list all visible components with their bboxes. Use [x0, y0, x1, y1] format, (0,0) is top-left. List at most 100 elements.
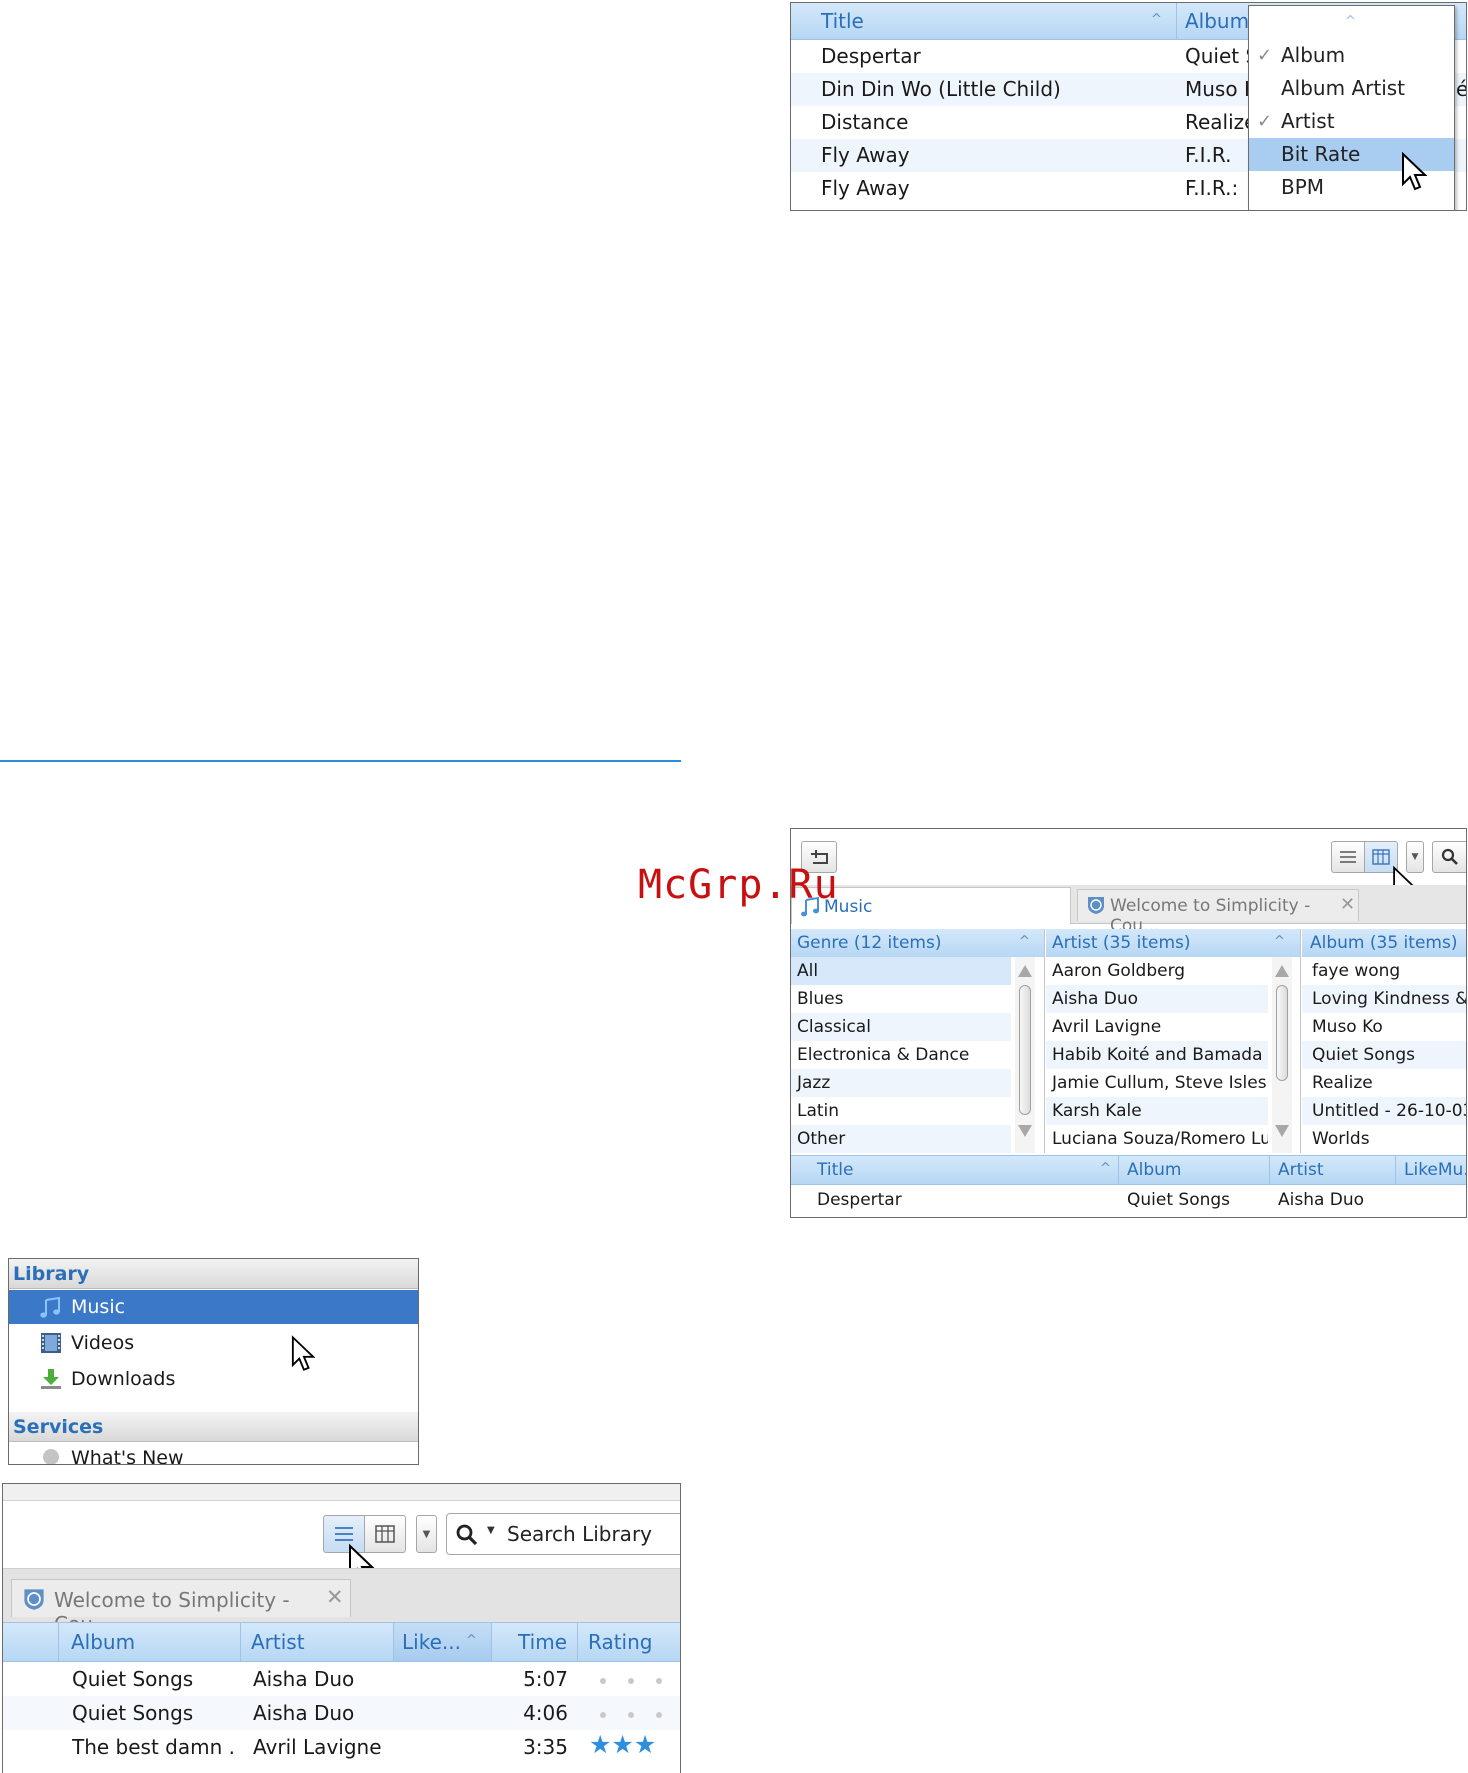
column-header-blank[interactable] [3, 1623, 59, 1661]
scrollbar-thumb[interactable] [1276, 985, 1288, 1081]
list-item[interactable]: Realize [1302, 1069, 1466, 1097]
list-item[interactable]: faye wong [1302, 957, 1466, 985]
close-tab-icon[interactable]: ✕ [1340, 894, 1355, 915]
rating-stars[interactable] [589, 1696, 673, 1730]
menu-item-artist[interactable]: ✓ Artist [1249, 105, 1454, 138]
table-row[interactable]: Despertar Quiet Songs Aisha Duo [791, 1185, 1466, 1215]
track-time: 4:06 [523, 1701, 568, 1725]
list-item[interactable]: Classical [791, 1013, 1011, 1041]
list-item[interactable]: Blues [791, 985, 1011, 1013]
column-header-album[interactable]: Album [1127, 1156, 1181, 1184]
tab-welcome[interactable]: Welcome to Simplicity - Cou... ✕ [1077, 889, 1359, 936]
track-time: 3:35 [523, 1735, 568, 1759]
search-button[interactable] [1432, 841, 1466, 873]
list-item[interactable]: Jazz [791, 1069, 1011, 1097]
list-item[interactable]: Aaron Goldberg [1046, 957, 1268, 985]
column-header-title[interactable]: Title [817, 1156, 853, 1184]
column-header-label: Rating [588, 1630, 653, 1654]
sidebar-item-videos[interactable]: Videos [9, 1326, 418, 1360]
list-view-icon [1340, 851, 1356, 863]
view-options-dropdown[interactable]: ▼ [416, 1515, 437, 1553]
column-header-title[interactable]: Title ^ [791, 3, 1177, 39]
film-strip-icon [41, 1333, 61, 1353]
column-header-likemusic[interactable]: LikeMu... [1404, 1156, 1466, 1184]
chevron-down-icon[interactable]: ▼ [487, 1525, 495, 1536]
sidebar-item-whats-new[interactable]: What's New [9, 1441, 418, 1465]
search-input[interactable]: ▼ Search Library [446, 1513, 680, 1555]
track-title: Fly Away [821, 143, 910, 167]
track-album: Quiet Songs [1127, 1190, 1231, 1210]
artist-pane-header[interactable]: Artist (35 items) ^ [1046, 929, 1300, 957]
list-item[interactable]: Quiet Songs [1302, 1041, 1466, 1069]
chevron-down-icon: ▼ [1411, 852, 1419, 862]
column-header-album-label: Album [1185, 9, 1250, 33]
list-item[interactable]: Worlds [1302, 1125, 1466, 1153]
column-header-label: Time [518, 1630, 567, 1654]
vertical-scrollbar[interactable] [1015, 957, 1035, 1153]
tab-welcome[interactable]: Welcome to Simplicity - Cou... ✕ [11, 1579, 351, 1636]
music-note-icon [40, 1296, 60, 1318]
column-header-label: Artist [251, 1630, 305, 1654]
genre-pane: Genre (12 items) ^ All Blues Classical E… [791, 929, 1045, 1153]
menu-item-label: BPM [1281, 175, 1325, 199]
list-view-button[interactable] [1331, 841, 1365, 873]
list-item[interactable]: Muso Ko [1302, 1013, 1466, 1041]
column-chooser-menu: ^ ✓ Album Album Artist ✓ Artist Bit Rate… [1248, 5, 1455, 210]
track-album: Muso K [1185, 77, 1249, 101]
column-header-likemusic[interactable]: Like... ^ [394, 1623, 492, 1661]
list-item[interactable]: Loving Kindness & V [1302, 985, 1466, 1013]
list-item[interactable]: Latin [791, 1097, 1011, 1125]
sidebar-item-music[interactable]: Music [9, 1290, 418, 1324]
column-header-time[interactable]: Time [492, 1623, 578, 1661]
list-item[interactable]: Habib Koité and Bamada [1046, 1041, 1268, 1069]
search-placeholder: Search Library [507, 1522, 652, 1546]
list-item[interactable]: All [791, 957, 1011, 985]
column-header-artist[interactable]: Artist [1278, 1156, 1324, 1184]
scroll-down-icon[interactable] [1275, 1125, 1289, 1137]
column-divider [1118, 1156, 1119, 1184]
table-row[interactable]: The best damn ... Avril Lavigne 3:35 ★★★ [3, 1730, 680, 1764]
list-item[interactable]: Aisha Duo [1046, 985, 1268, 1013]
sidebar-item-label: Downloads [71, 1368, 176, 1390]
table-row[interactable]: Quiet Songs Aisha Duo 4:06 [3, 1696, 680, 1730]
list-item[interactable]: Luciana Souza/Romero Lu... [1046, 1125, 1268, 1153]
menu-scroll-up-icon[interactable]: ^ [1345, 14, 1356, 29]
sidebar-item-label: What's New [71, 1447, 184, 1465]
rating-stars[interactable]: ★★★ [589, 1728, 656, 1763]
menu-item-album[interactable]: ✓ Album [1249, 39, 1454, 72]
tab-bar: Music Welcome to Simplicity - Cou... ✕ [791, 885, 1466, 936]
rating-stars[interactable] [589, 1662, 673, 1696]
scroll-up-icon[interactable] [1018, 965, 1032, 977]
column-header-rating[interactable]: Rating [578, 1623, 680, 1661]
vertical-scrollbar[interactable] [1272, 957, 1292, 1153]
list-item[interactable]: Avril Lavigne [1046, 1013, 1268, 1041]
scroll-down-icon[interactable] [1018, 1125, 1032, 1137]
list-item[interactable]: Other [791, 1125, 1011, 1153]
genre-pane-header[interactable]: Genre (12 items) ^ [791, 929, 1044, 957]
scroll-up-icon[interactable] [1275, 965, 1289, 977]
track-time: 5:07 [523, 1667, 568, 1691]
list-item[interactable]: Jamie Cullum, Steve Isles [1046, 1069, 1268, 1097]
column-browser-panel: ▼ Music Welcome to Simplicity - Cou... ✕… [790, 828, 1467, 1218]
list-item[interactable]: Electronica & Dance [791, 1041, 1011, 1069]
section-header-library: Library [9, 1259, 418, 1289]
column-header-album[interactable]: Album [59, 1623, 241, 1661]
menu-item-album-artist[interactable]: Album Artist [1249, 72, 1454, 105]
column-header-label: Like... [402, 1630, 461, 1654]
star-icon: ★ [611, 1730, 634, 1759]
checkmark-icon: ✓ [1257, 45, 1273, 66]
table-row[interactable]: Quiet Songs Aisha Duo 5:07 [3, 1662, 680, 1696]
column-header-album[interactable]: Album [1177, 3, 1257, 39]
column-header-title-label: Title [821, 9, 864, 33]
sort-ascending-icon: ^ [466, 1633, 477, 1648]
column-header-artist[interactable]: Artist [241, 1623, 394, 1661]
close-tab-icon[interactable]: ✕ [326, 1585, 344, 1609]
list-item[interactable]: Untitled - 26-10-03 [1302, 1097, 1466, 1125]
scrollbar-thumb[interactable] [1019, 985, 1031, 1115]
section-header-services: Services [9, 1412, 418, 1442]
menu-item-label: Album Artist [1281, 76, 1406, 100]
sidebar-item-downloads[interactable]: Downloads [9, 1362, 418, 1396]
list-item[interactable]: Karsh Kale [1046, 1097, 1268, 1125]
album-pane-header[interactable]: Album (35 items) [1302, 929, 1466, 957]
sort-ascending-icon: ^ [1100, 1161, 1111, 1176]
